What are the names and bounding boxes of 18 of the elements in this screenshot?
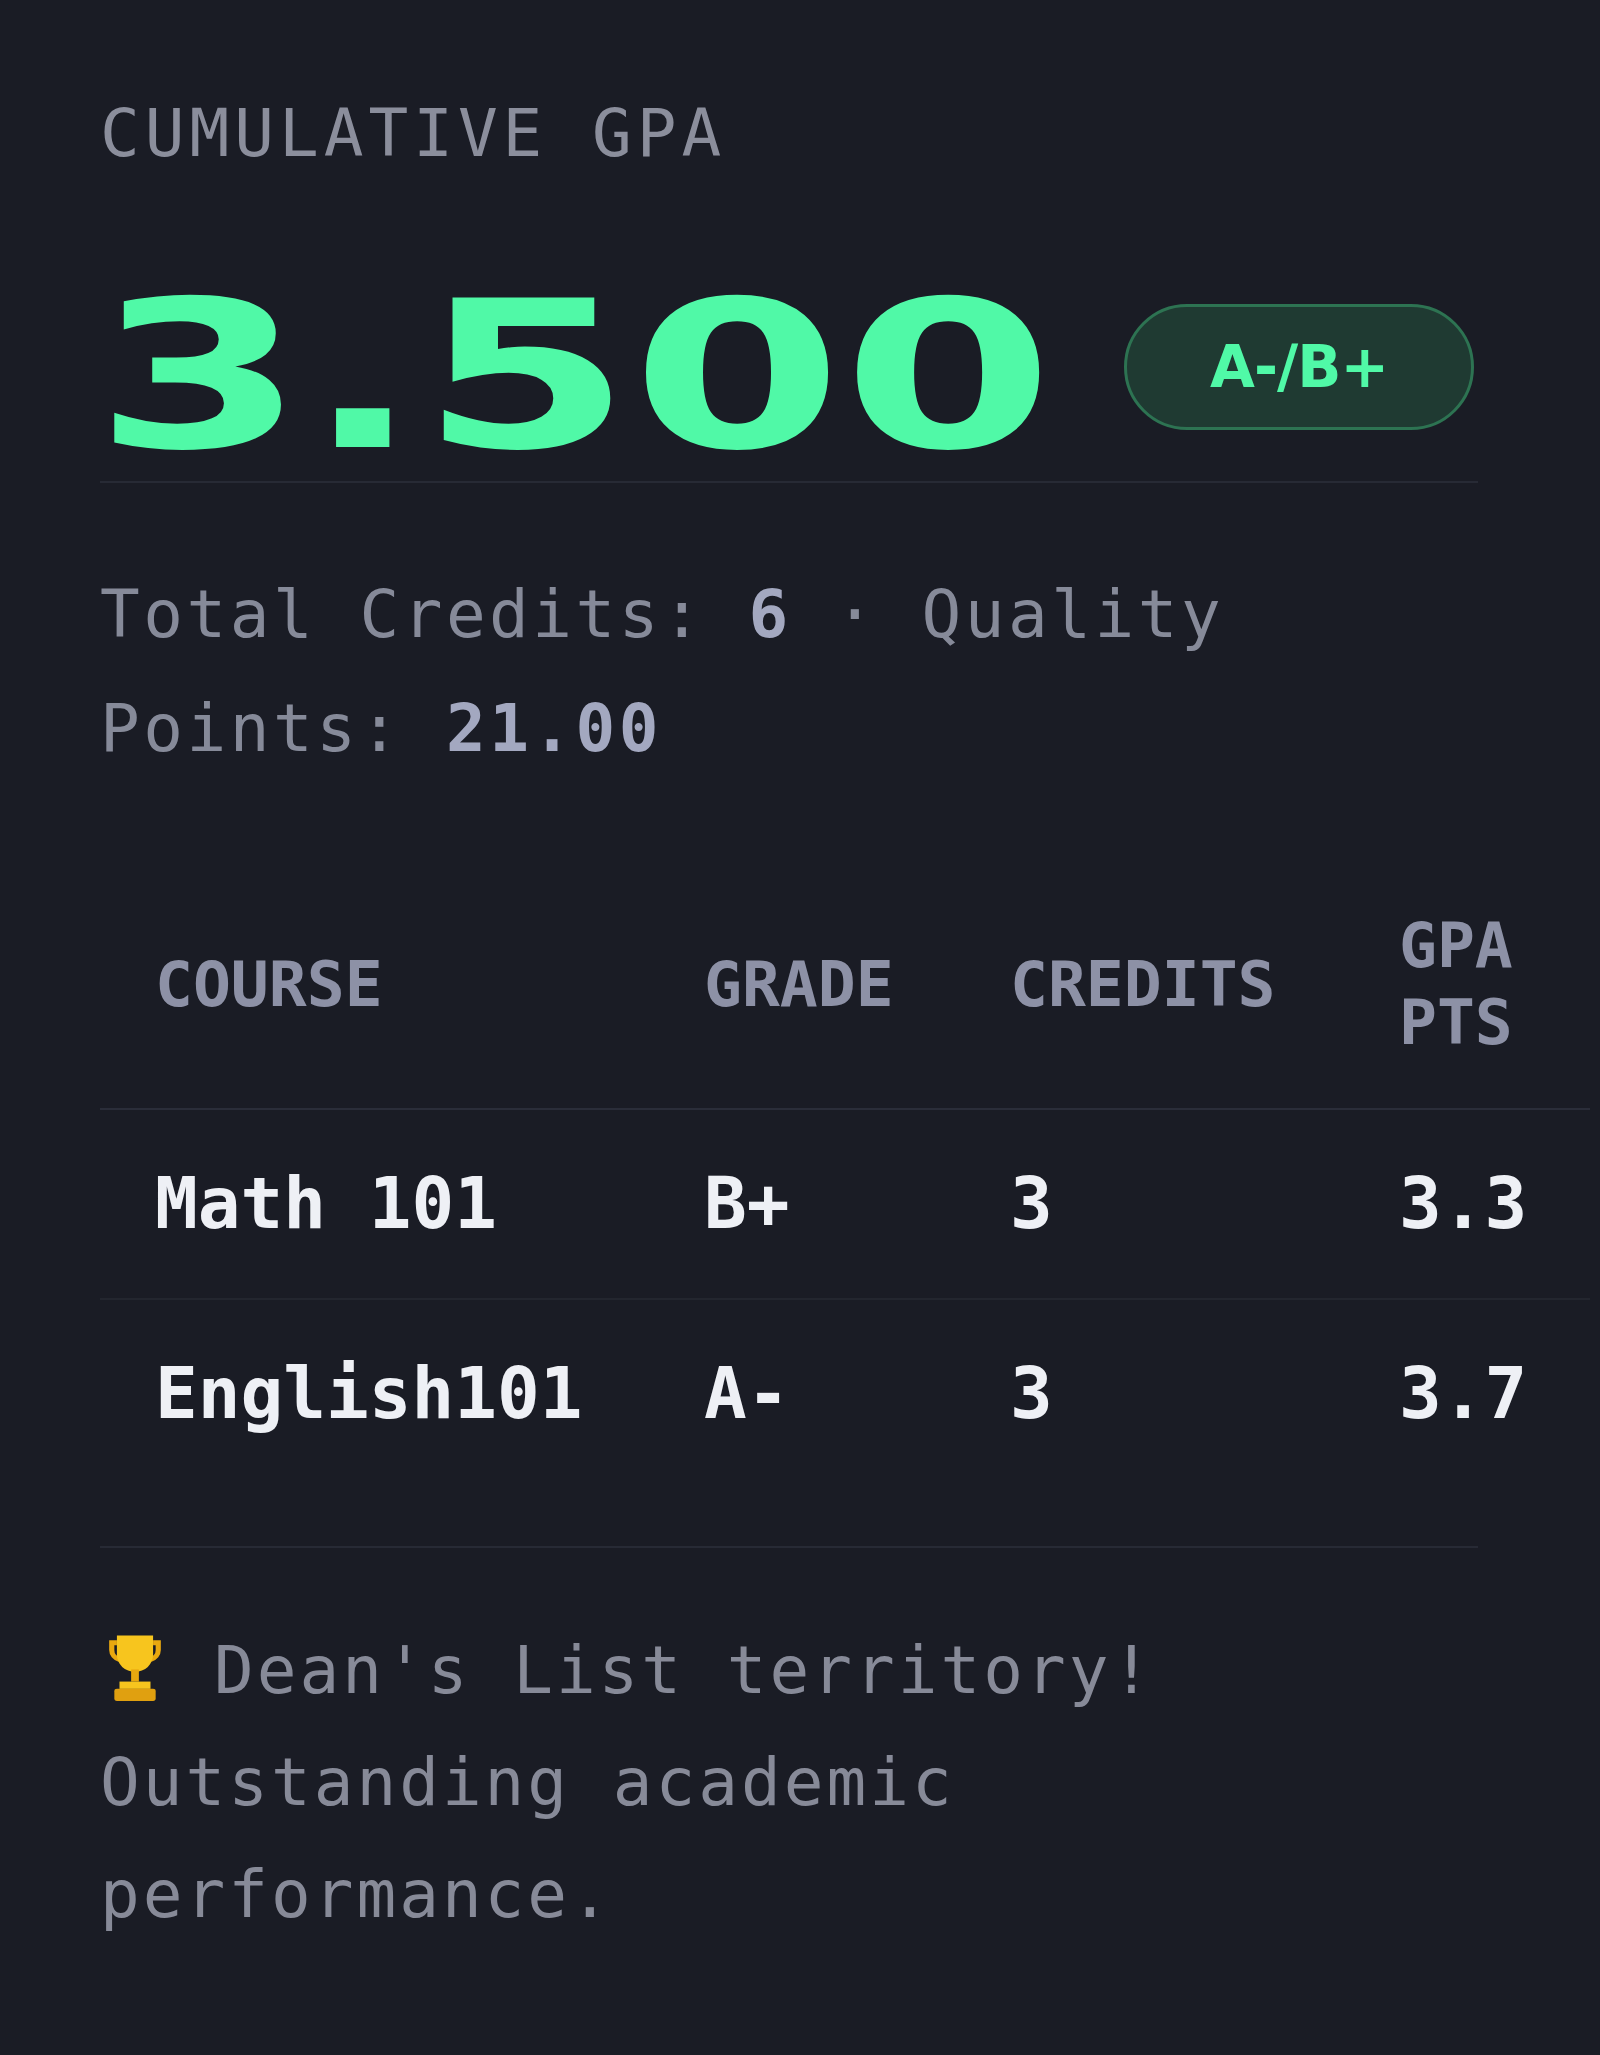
table-cell-text: 3	[1009, 1351, 1054, 1437]
table-cell-text: 3.3	[1398, 1161, 1529, 1247]
footer-message: Outstanding academic performance.	[100, 1743, 956, 1935]
table-cell-text: B+	[703, 1161, 791, 1247]
section-label: CUMULATIVE GPA	[100, 94, 727, 174]
table-cell-text: 3	[1009, 1161, 1054, 1247]
table-cell-text: Math 101	[154, 1161, 498, 1247]
column-header: COURSE	[154, 946, 384, 1023]
table-cell-text: A-	[703, 1351, 791, 1437]
gpa-value: 3.500	[94, 274, 1054, 479]
column-header: GRADE	[703, 946, 895, 1023]
table-cell-text: English101	[154, 1351, 584, 1437]
footer-headline: Dean's List territory!	[214, 1631, 1155, 1711]
column-header: CREDITS	[1009, 946, 1277, 1023]
grade-badge: A-/B+	[1124, 304, 1475, 430]
table-cell-text: 3.7	[1398, 1351, 1529, 1437]
summary-text: Total Credits: 6 · Quality Points: 21.00	[100, 575, 1226, 769]
column-header: GPA PTS	[1398, 908, 1514, 1061]
